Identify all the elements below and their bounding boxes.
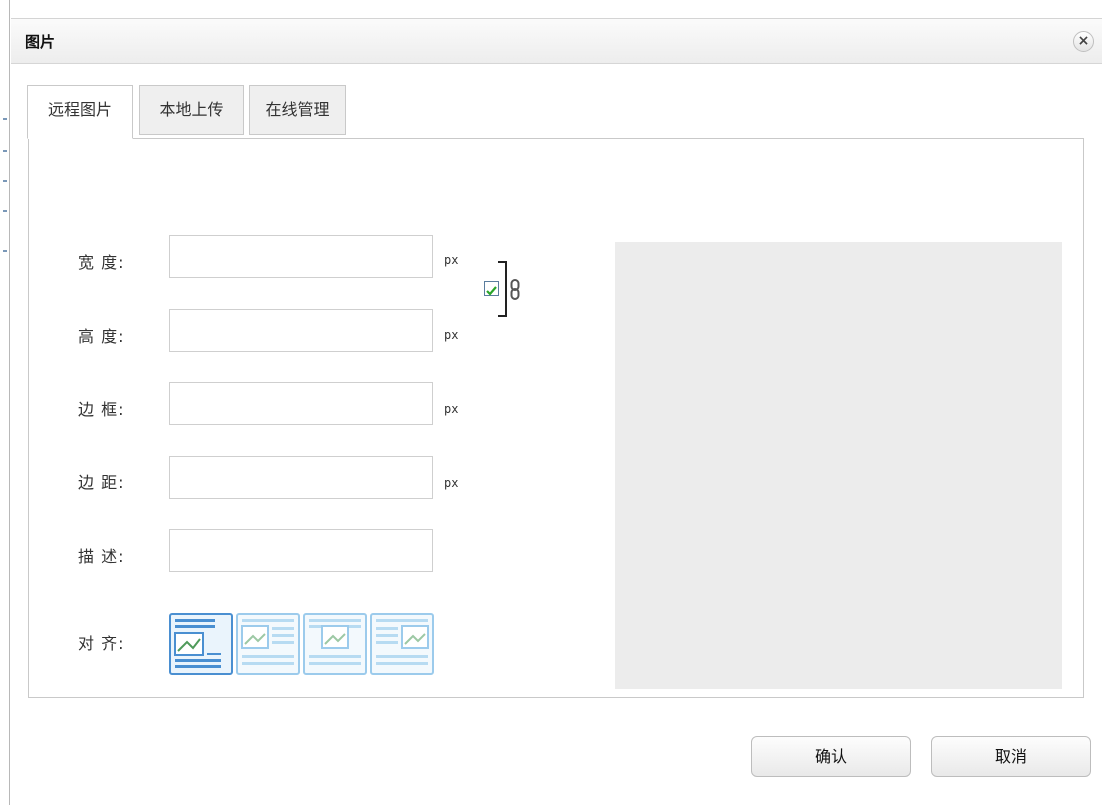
description-label: 描 述:: [78, 547, 125, 566]
width-label: 宽 度:: [78, 253, 125, 272]
align-left-icon[interactable]: [236, 613, 300, 675]
remote-image-panel: 宽 度: px 高 度: px 边 框: px 边 距: px 描 述: 对 齐…: [28, 138, 1084, 698]
spacing-input[interactable]: [169, 456, 433, 499]
cancel-button[interactable]: 取消: [931, 736, 1091, 777]
border-unit: px: [444, 402, 459, 416]
width-unit: px: [444, 253, 459, 267]
lock-ratio-control: [484, 261, 534, 317]
image-preview-area: [615, 242, 1062, 689]
align-center-icon[interactable]: [303, 613, 367, 675]
dialog-titlebar[interactable]: 图片 ×: [11, 19, 1102, 64]
lock-bracket: [498, 261, 507, 317]
checkmark-icon: [486, 286, 497, 296]
tab-online-manage[interactable]: 在线管理: [249, 85, 346, 135]
background-page-edge: [0, 0, 10, 805]
tab-remote-image[interactable]: 远程图片: [27, 85, 133, 139]
spacing-unit: px: [444, 476, 459, 490]
lock-ratio-checkbox[interactable]: [484, 281, 499, 296]
height-input[interactable]: [169, 309, 433, 352]
height-unit: px: [444, 328, 459, 342]
align-none-icon[interactable]: [169, 613, 233, 675]
confirm-button[interactable]: 确认: [751, 736, 911, 777]
tab-local-upload[interactable]: 本地上传: [139, 85, 244, 135]
close-icon: ×: [1077, 33, 1090, 49]
chain-link-icon: [510, 279, 520, 300]
dialog-title: 图片: [25, 33, 56, 51]
border-label: 边 框:: [78, 400, 125, 419]
image-dialog: 图片 × 远程图片 本地上传 在线管理 宽 度: px 高 度: px 边 框:…: [11, 18, 1102, 805]
width-input[interactable]: [169, 235, 433, 278]
spacing-label: 边 距:: [78, 473, 125, 492]
align-label: 对 齐:: [78, 634, 125, 653]
description-input[interactable]: [169, 529, 433, 572]
close-button[interactable]: ×: [1073, 31, 1094, 52]
height-label: 高 度:: [78, 327, 125, 346]
align-options: [169, 613, 439, 677]
align-right-icon[interactable]: [370, 613, 434, 675]
border-input[interactable]: [169, 382, 433, 425]
